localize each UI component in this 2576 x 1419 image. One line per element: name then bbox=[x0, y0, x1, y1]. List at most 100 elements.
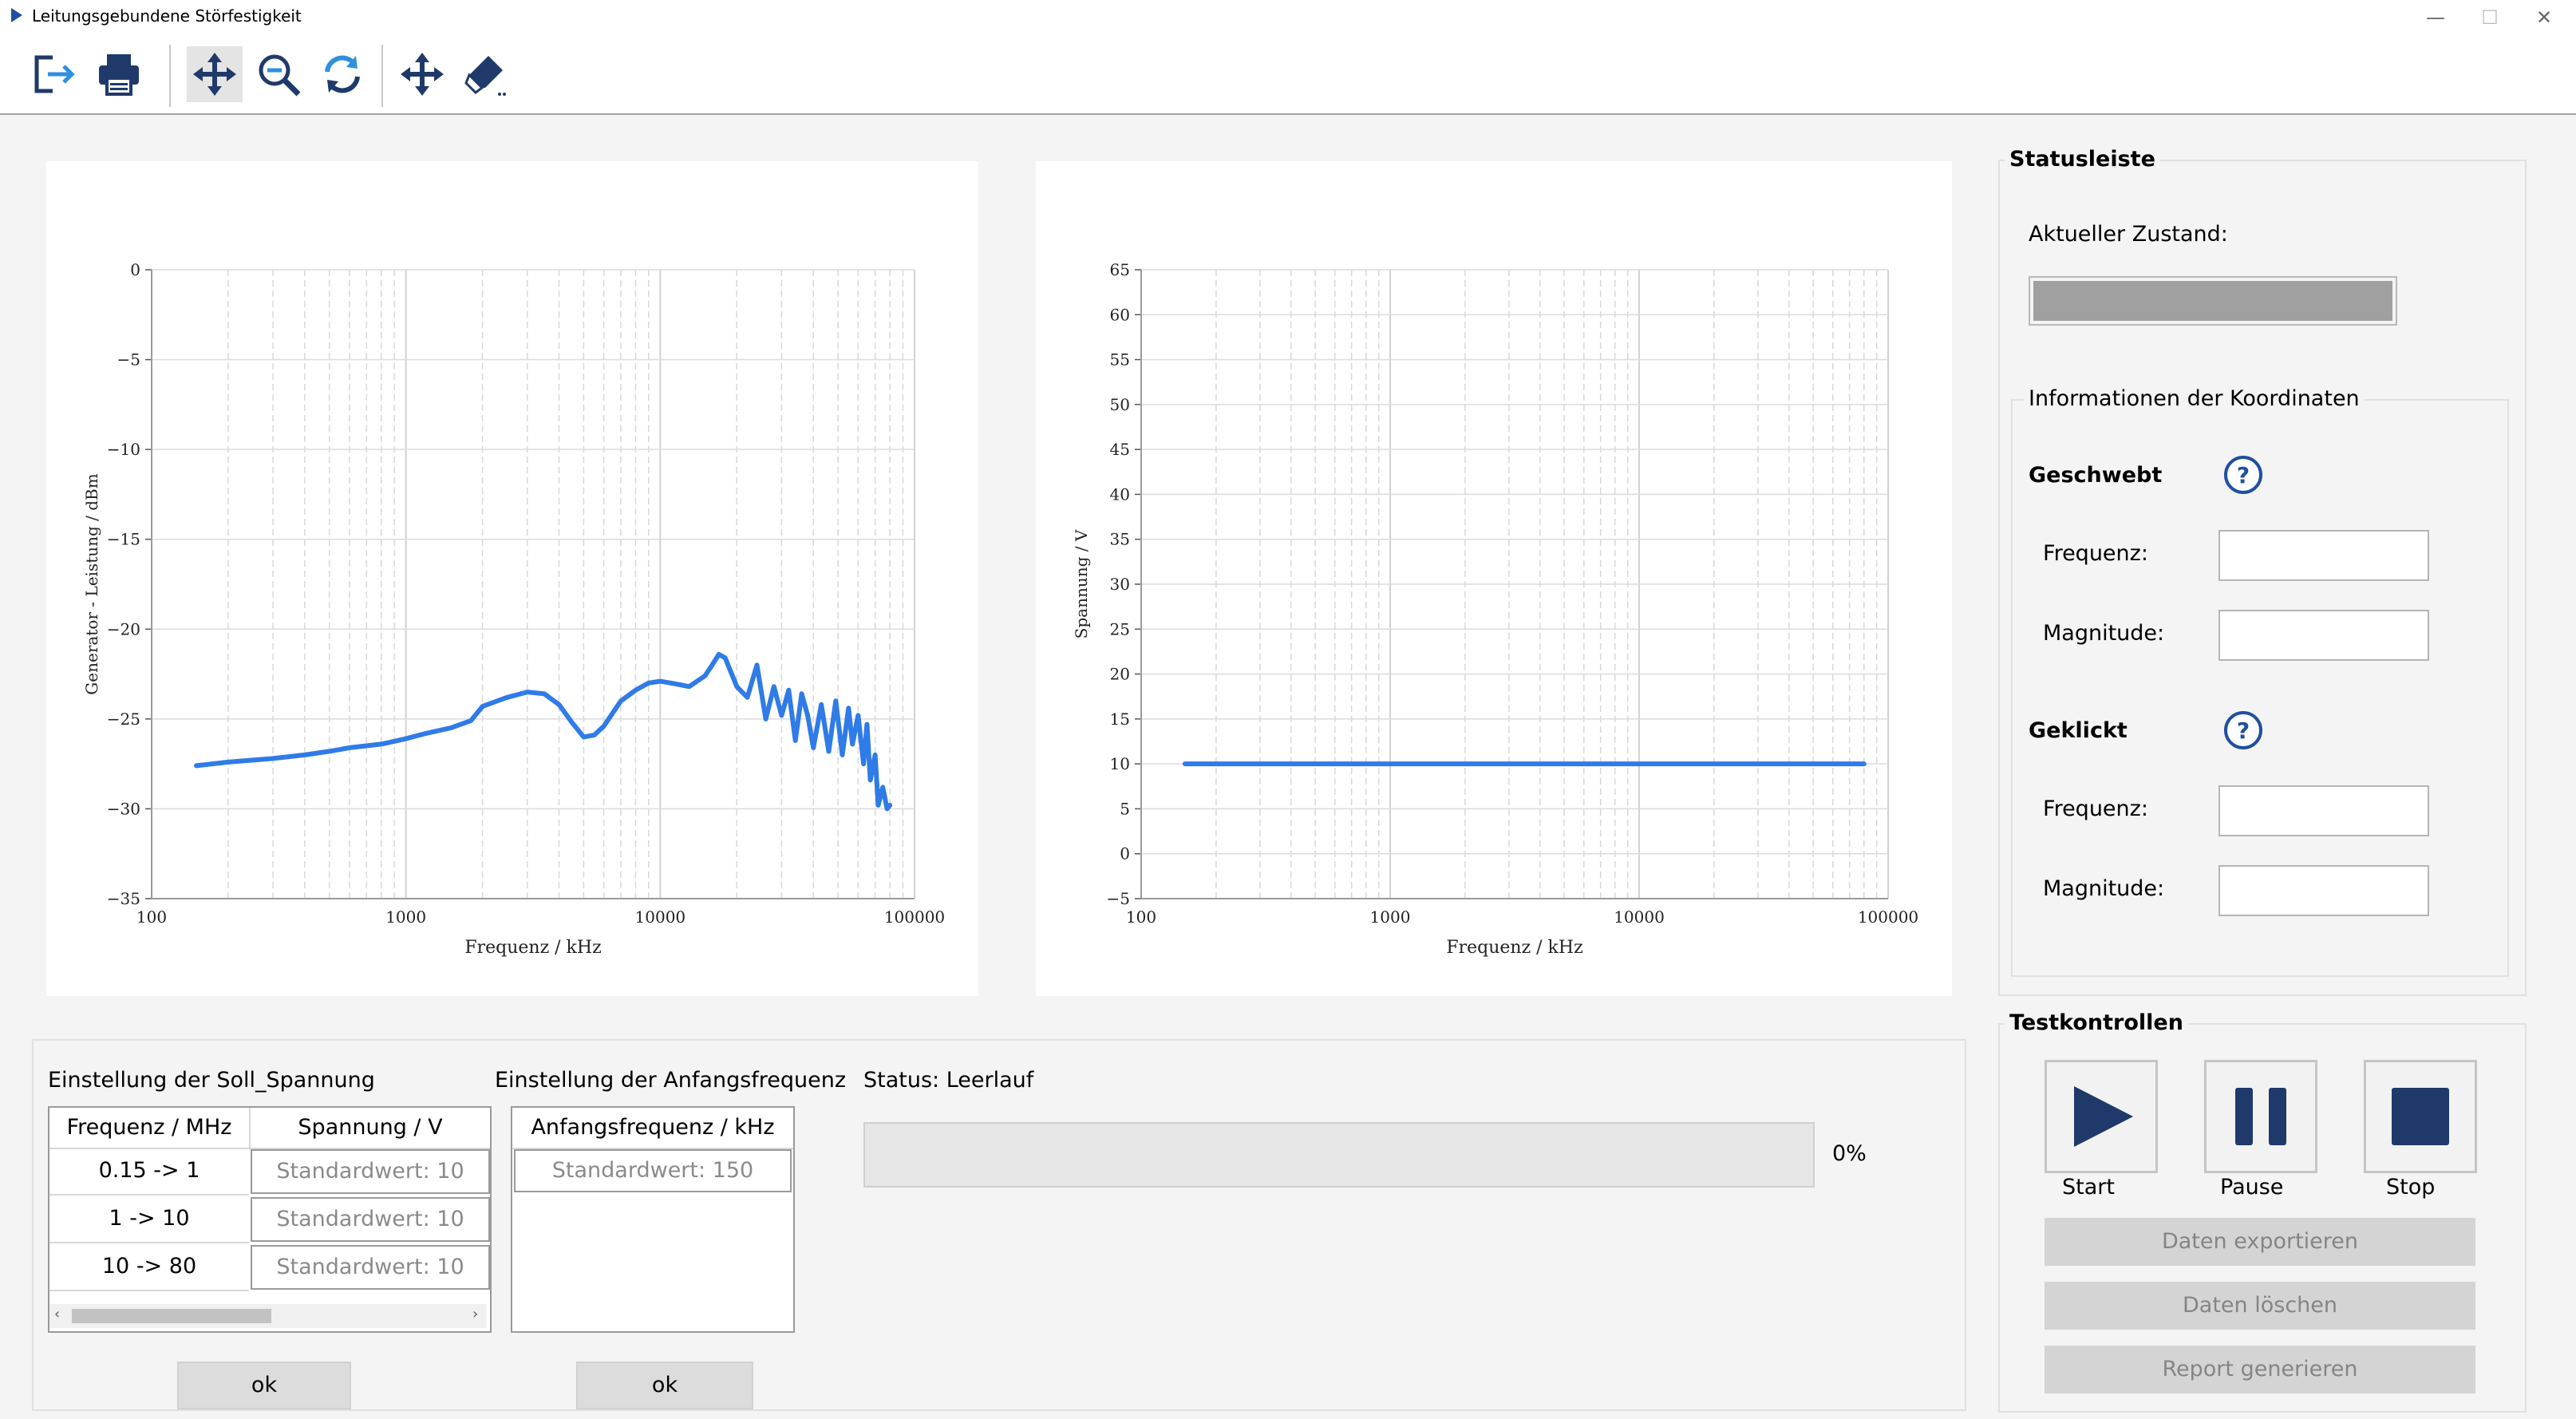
y-tick-label: 35 bbox=[1110, 530, 1130, 549]
play-icon bbox=[2074, 1086, 2133, 1147]
click-frequency-field[interactable] bbox=[2218, 785, 2429, 836]
column-header-frequenz[interactable]: Frequenz / MHz bbox=[49, 1108, 249, 1149]
series-line bbox=[194, 651, 893, 812]
column-header-anfangsfrequenz[interactable]: Anfangsfrequenz / kHz bbox=[512, 1108, 793, 1149]
anfangsfrequenz-table: Anfangsfrequenz / kHz Standardwert: 150 bbox=[511, 1106, 795, 1333]
help-icon[interactable]: ? bbox=[2223, 710, 2263, 750]
y-tick-label: 0 bbox=[130, 260, 140, 279]
stop-button[interactable] bbox=[2364, 1060, 2477, 1173]
y-axis-label: Generator - Leistung / dBm bbox=[82, 473, 101, 694]
voltage-input[interactable]: Standardwert: 10 bbox=[251, 1149, 490, 1194]
y-tick-label: −25 bbox=[107, 710, 140, 729]
status-label: Status: Leerlauf bbox=[863, 1068, 1034, 1093]
app-icon bbox=[11, 8, 22, 22]
y-tick-label: 60 bbox=[1110, 305, 1130, 324]
pause-icon bbox=[2235, 1088, 2286, 1145]
eraser-icon[interactable] bbox=[458, 46, 514, 102]
scroll-right-icon[interactable]: › bbox=[472, 1306, 478, 1322]
toolbar-separator bbox=[169, 45, 171, 107]
column-header-spannung[interactable]: Spannung / V bbox=[249, 1108, 490, 1149]
x-tick-label: 100 bbox=[136, 907, 167, 927]
pan-icon[interactable] bbox=[187, 46, 243, 102]
minimize-button[interactable]: — bbox=[2412, 3, 2459, 32]
y-tick-label: 0 bbox=[1120, 844, 1130, 864]
anfang-ok-button[interactable]: ok bbox=[576, 1362, 753, 1409]
window-title: Leitungsgebundene Störfestigkeit bbox=[32, 6, 302, 26]
svg-text:?: ? bbox=[2237, 462, 2250, 488]
toolbar bbox=[0, 35, 2576, 115]
y-tick-label: −20 bbox=[107, 619, 140, 638]
pause-button[interactable] bbox=[2204, 1060, 2317, 1173]
exit-icon[interactable] bbox=[26, 46, 81, 102]
hover-frequency-field[interactable] bbox=[2218, 530, 2429, 581]
stop-icon bbox=[2392, 1088, 2449, 1145]
y-tick-label: −5 bbox=[1107, 889, 1130, 908]
soll-spannung-title: Einstellung der Soll_Spannung bbox=[48, 1068, 375, 1093]
power-plot-panel[interactable]: 100 1000 10000 100000 0 −5 −10 −15 −20 −25 −30 −35 F… bbox=[46, 161, 978, 996]
print-icon[interactable] bbox=[91, 46, 147, 102]
help-icon[interactable]: ? bbox=[2223, 455, 2263, 495]
hover-frequency-label: Frequenz: bbox=[2043, 541, 2148, 566]
y-tick-label: 45 bbox=[1110, 440, 1130, 459]
start-label: Start bbox=[2062, 1175, 2115, 1200]
y-axis-label: Spannung / V bbox=[1072, 529, 1091, 638]
voltage-input[interactable]: Standardwert: 10 bbox=[251, 1197, 490, 1242]
voltage-plot-panel[interactable]: 100 1000 10000 100000 65 60 55 50 45 40 35 30 25 20 15… bbox=[1036, 161, 1952, 996]
table-cell-frequency[interactable]: 10 -> 80 bbox=[49, 1243, 249, 1291]
y-tick-label: 25 bbox=[1110, 619, 1130, 638]
soll-ok-button[interactable]: ok bbox=[177, 1362, 351, 1409]
y-tick-label: 40 bbox=[1110, 484, 1130, 504]
pause-label: Pause bbox=[2220, 1175, 2284, 1200]
x-axis-label: Frequenz / kHz bbox=[464, 938, 601, 958]
statusleiste-title: Statusleiste bbox=[2005, 147, 2160, 172]
voltage-input[interactable]: Standardwert: 10 bbox=[251, 1245, 490, 1290]
zoom-out-icon[interactable] bbox=[251, 46, 306, 102]
table-cell-frequency[interactable]: 0.15 -> 1 bbox=[49, 1148, 249, 1196]
y-tick-label: −10 bbox=[107, 440, 140, 459]
y-tick-label: 20 bbox=[1110, 665, 1130, 684]
maximize-button[interactable]: ☐ bbox=[2466, 3, 2514, 32]
current-state-label: Aktueller Zustand: bbox=[2029, 222, 2228, 247]
horizontal-scrollbar[interactable]: ‹ › bbox=[49, 1304, 487, 1328]
x-tick-label: 10000 bbox=[635, 907, 686, 927]
refresh-icon[interactable] bbox=[314, 46, 370, 102]
scrollbar-thumb[interactable] bbox=[72, 1309, 271, 1323]
y-tick-label: 30 bbox=[1110, 575, 1130, 594]
click-magnitude-field[interactable] bbox=[2218, 865, 2429, 916]
stop-label: Stop bbox=[2386, 1175, 2436, 1200]
x-tick-label: 100 bbox=[1126, 907, 1156, 927]
current-state-fill bbox=[2033, 281, 2392, 321]
y-tick-label: −15 bbox=[107, 530, 140, 549]
scroll-left-icon[interactable]: ‹ bbox=[54, 1306, 60, 1322]
coordinates-title: Informationen der Koordinaten bbox=[2024, 386, 2365, 411]
testkontrollen-title: Testkontrollen bbox=[2005, 1010, 2188, 1035]
export-data-button[interactable]: Daten exportieren bbox=[2045, 1218, 2475, 1266]
hover-magnitude-label: Magnitude: bbox=[2043, 621, 2165, 646]
y-tick-label: 15 bbox=[1110, 710, 1130, 729]
y-tick-label: 55 bbox=[1110, 350, 1130, 370]
move-icon[interactable] bbox=[394, 46, 450, 102]
x-tick-label: 1000 bbox=[385, 907, 426, 927]
generate-report-button[interactable]: Report generieren bbox=[2045, 1346, 2475, 1393]
svg-text:?: ? bbox=[2237, 717, 2250, 744]
soll-spannung-table: Frequenz / MHz Spannung / V 0.15 -> 1 St… bbox=[48, 1106, 492, 1333]
y-tick-label: −30 bbox=[107, 799, 140, 818]
table-cell-frequency[interactable]: 1 -> 10 bbox=[49, 1196, 249, 1243]
x-tick-label: 1000 bbox=[1370, 907, 1411, 927]
progress-bar bbox=[863, 1122, 1815, 1188]
delete-data-button[interactable]: Daten löschen bbox=[2045, 1282, 2475, 1330]
click-magnitude-label: Magnitude: bbox=[2043, 876, 2165, 901]
start-button[interactable] bbox=[2045, 1060, 2158, 1173]
y-tick-label: 50 bbox=[1110, 395, 1130, 414]
voltage-plot[interactable]: 100 1000 10000 100000 65 60 55 50 45 40 35 30 25 20 15… bbox=[1036, 161, 1952, 996]
y-tick-label: 65 bbox=[1110, 260, 1130, 279]
anfangsfrequenz-title: Einstellung der Anfangsfrequenz bbox=[495, 1068, 847, 1093]
close-button[interactable]: ✕ bbox=[2520, 3, 2568, 32]
power-plot[interactable]: 100 1000 10000 100000 0 −5 −10 −15 −20 −25 −30 −35 F… bbox=[46, 161, 978, 996]
toolbar-separator bbox=[381, 45, 383, 107]
start-frequency-input[interactable]: Standardwert: 150 bbox=[514, 1149, 792, 1192]
click-frequency-label: Frequenz: bbox=[2043, 796, 2148, 821]
x-tick-label: 10000 bbox=[1614, 907, 1665, 927]
hover-magnitude-field[interactable] bbox=[2218, 610, 2429, 661]
x-tick-label: 100000 bbox=[1858, 907, 1918, 927]
